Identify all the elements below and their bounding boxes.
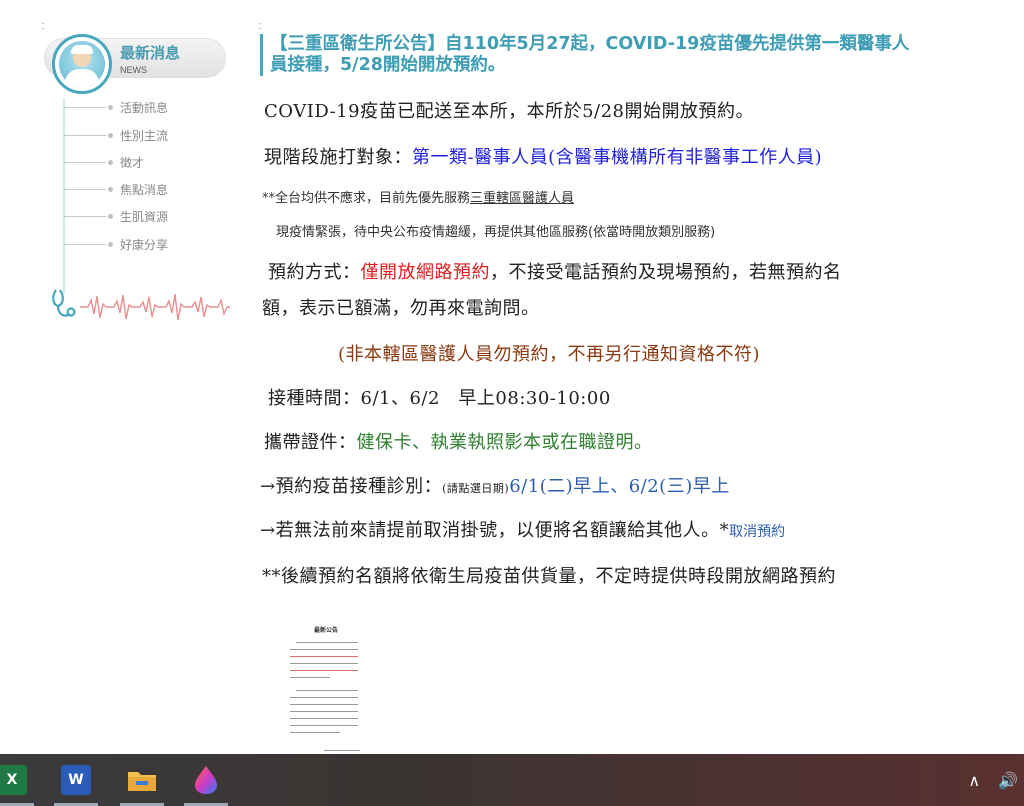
target-prefix: 現階段施打對象： [264, 147, 412, 168]
sidebar: 最新消息 NEWS 活動訊息 性別主流 徵才 焦點消息 生肌資源 好康分享 [40, 30, 240, 330]
doctor-avatar-icon [52, 34, 112, 94]
booking-prefix: →預約疫苗接種診別： [260, 476, 443, 497]
booking-hint: (請點選日期) [442, 482, 510, 495]
sidebar-item-gender[interactable]: 性別主流 [64, 125, 214, 145]
excel-icon: X [0, 765, 27, 795]
sidebar-item-jobs[interactable]: 徵才 [64, 152, 214, 172]
paragraph-priority: **全台均供不應求，目前先優先服務三重轄區醫護人員 [262, 187, 574, 206]
speaker-icon[interactable]: 🔊 [998, 771, 1018, 790]
taskbar-word-button[interactable]: W [50, 754, 102, 806]
documents-green: 健保卡、執業執照影本或在職證明。 [356, 432, 653, 453]
sidebar-item-label: 徵才 [120, 155, 145, 170]
sidebar-item-label: 好康分享 [120, 237, 169, 252]
sidebar-item-focus[interactable]: 焦點消息 [64, 179, 214, 199]
show-hidden-icons-chevron-icon[interactable]: ∧ [968, 771, 980, 790]
taskbar-excel-button[interactable]: X [0, 754, 38, 806]
document-title: 最新公告 [314, 627, 339, 634]
taskbar-file-explorer-button[interactable] [116, 754, 168, 806]
paragraph-schedule: 接種時間：6/1、6/2 早上08:30-10:00 [268, 388, 611, 409]
corner-dots: ⁚⁚ [258, 22, 262, 31]
documents-prefix: 攜帶證件： [264, 432, 357, 453]
priority-prefix: **全台均供不應求，目前先優先服務 [262, 191, 471, 206]
taskbar-paint-button[interactable] [180, 754, 232, 806]
word-icon: W [61, 765, 91, 795]
system-tray: ∧ 🔊 [950, 754, 1024, 806]
paragraph-booking: →預約疫苗接種診別：(請點選日期)6/1(二)早上、6/2(三)早上 [260, 472, 730, 498]
sidebar-item-deals[interactable]: 好康分享 [64, 234, 214, 254]
paint-drop-icon [195, 766, 217, 794]
method-red: 僅開放網路預約 [360, 262, 490, 283]
paragraph-cancel: →若無法前來請提前取消掛號，以便將名額讓給其他人。*取消預約 [260, 516, 785, 542]
sidebar-item-label: 生肌資源 [120, 209, 169, 224]
cancel-prefix: →若無法前來請提前取消掛號，以便將名額讓給其他人。* [260, 520, 730, 541]
cancel-booking-link[interactable]: 取消預約 [729, 524, 785, 540]
paragraph-full: 額，表示已額滿，勿再來電詢問。 [262, 298, 540, 319]
article-title: 【三重區衛生所公告】自110年5月27起，COVID-19疫苗優先提供第一類醫事… [270, 34, 910, 75]
booking-date-link[interactable]: 6/1(二)早上、6/2(三)早上 [509, 476, 730, 497]
stethoscope-icon [52, 289, 76, 317]
method-suffix: ，不接受電話預約及現場預約，若無預約名 [490, 262, 842, 283]
sidebar-item-label: 焦點消息 [120, 182, 169, 197]
paragraph-documents: 攜帶證件：健保卡、執業執照影本或在職證明。 [264, 428, 653, 454]
ecg-line-icon [80, 293, 230, 321]
paragraph-future: **後續預約名額將依衛生局疫苗供貨量，不定時提供時段開放網路預約 [262, 566, 836, 587]
title-accent-bar [260, 34, 263, 76]
method-prefix: 預約方式： [268, 262, 361, 283]
sidebar-item-label: 性別主流 [120, 128, 169, 143]
folder-icon [128, 772, 156, 791]
sidebar-item-label: 活動訊息 [120, 100, 169, 115]
paragraph-situation: 現疫情緊張，待中央公布疫情趨緩，再提供其他區服務(依當時開放類別服務) [276, 225, 716, 240]
paragraph-target: 現階段施打對象：第一類-醫事人員(含醫事機構所有非醫事工作人員) [264, 143, 822, 169]
sidebar-item-resources[interactable]: 生肌資源 [64, 206, 214, 226]
paragraph-delivery: COVID-19疫苗已配送至本所，本所於5/28開始開放預約。 [264, 101, 754, 122]
news-subtitle: NEWS [120, 65, 147, 75]
target-highlight: 第一類-醫事人員(含醫事機構所有非醫事工作人員) [412, 147, 823, 168]
news-title[interactable]: 最新消息 [120, 42, 180, 63]
priority-underline: 三重轄區醫護人員 [470, 191, 575, 206]
announcement-document-thumbnail[interactable]: 最新公告 [284, 618, 370, 758]
paragraph-method: 預約方式：僅開放網路預約，不接受電話預約及現場預約，若無預約名 [268, 258, 842, 284]
taskbar: X W ∧ 🔊 [0, 754, 1024, 806]
paragraph-warning: (非本轄區醫護人員勿預約，不再另行通知資格不符) [338, 344, 761, 365]
sidebar-item-activities[interactable]: 活動訊息 [64, 97, 214, 117]
